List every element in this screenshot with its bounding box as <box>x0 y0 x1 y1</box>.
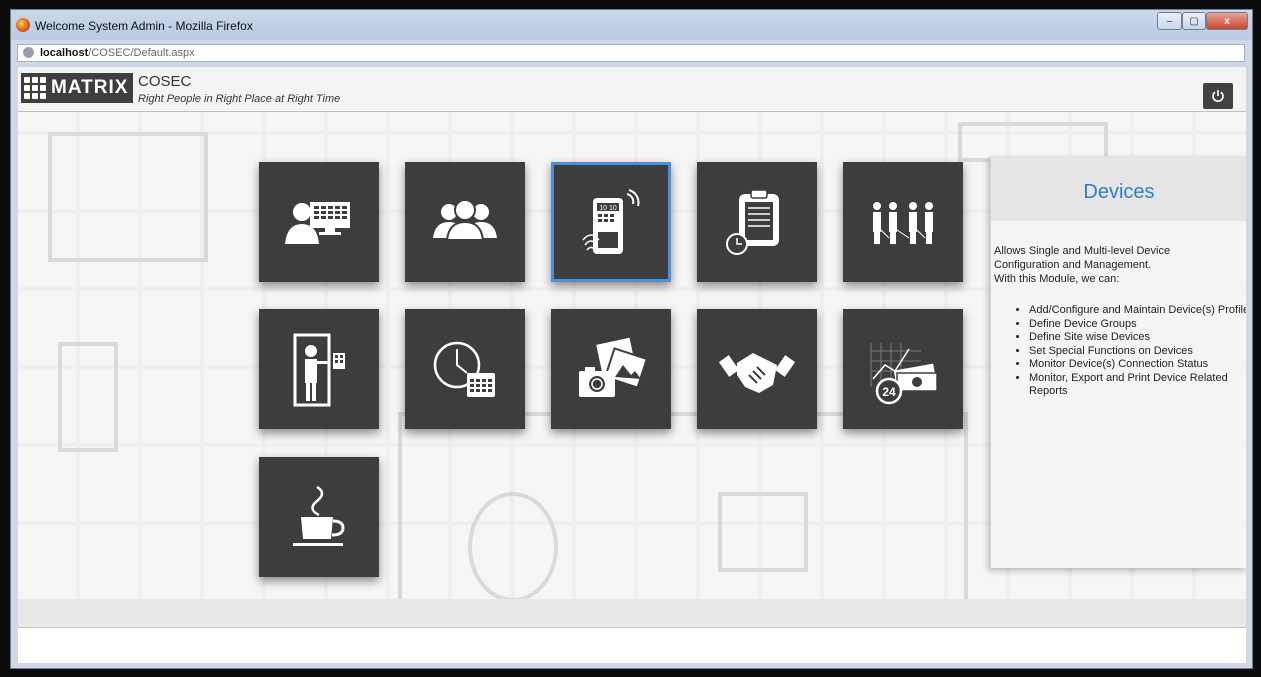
info-feature-item: Define Device Groups <box>1029 318 1246 332</box>
bg-decoration <box>58 342 118 452</box>
url-text[interactable]: localhost/COSEC/Default.aspx <box>40 47 195 59</box>
globe-icon <box>23 47 34 58</box>
handshake-icon <box>718 353 796 393</box>
tagline: Right People in Right Place at Right Tim… <box>138 93 341 105</box>
address-bar[interactable]: localhost/COSEC/Default.aspx <box>17 44 1245 62</box>
module-tile-canteen[interactable] <box>259 457 379 577</box>
info-feature-list: Add/Configure and Maintain Device(s) Pro… <box>1007 304 1246 399</box>
users-group-icon <box>433 199 497 241</box>
background-strip <box>18 599 1246 627</box>
module-tile-users[interactable] <box>405 162 525 282</box>
app-header: MATRIX COSEC Right People in Right Place… <box>18 67 1246 112</box>
money-chart-24-icon: 24 <box>870 343 938 405</box>
close-button[interactable]: x <box>1206 12 1248 30</box>
module-tile-organization[interactable] <box>843 162 963 282</box>
module-tile-time-attendance[interactable] <box>405 309 525 429</box>
url-host: localhost <box>40 47 89 59</box>
page: MATRIX COSEC Right People in Right Place… <box>18 67 1246 663</box>
module-tile-schedule[interactable] <box>697 162 817 282</box>
info-feature-item: Set Special Functions on Devices <box>1029 345 1246 359</box>
maximize-button[interactable]: ▢ <box>1182 12 1206 30</box>
info-description: Allows Single and Multi-level Device Con… <box>994 244 1239 286</box>
bg-decoration <box>48 132 208 262</box>
svg-text:24: 24 <box>882 385 896 399</box>
matrix-logo: MATRIX <box>21 73 133 103</box>
module-tile-devices[interactable]: 10 10 <box>551 162 671 282</box>
info-description-line: Allows Single and Multi-level Device <box>994 245 1171 257</box>
power-icon <box>1212 90 1224 102</box>
info-title: Devices <box>1083 181 1155 203</box>
module-tile-payroll[interactable]: 24 <box>843 309 963 429</box>
title-bar[interactable]: Welcome System Admin - Mozilla Firefox –… <box>11 10 1252 40</box>
camera-photos-icon <box>579 337 649 397</box>
door-access-keypad-icon <box>293 333 345 407</box>
info-description-line: With this Module, we can: <box>994 273 1120 285</box>
window-title: Welcome System Admin - Mozilla Firefox <box>35 19 253 33</box>
module-info-panel: Devices Allows Single and Multi-level De… <box>990 156 1246 568</box>
page-footer <box>18 627 1246 663</box>
minimize-button[interactable]: – <box>1157 12 1182 30</box>
clock-calendar-icon <box>433 341 495 397</box>
module-area: 10 10 24 Devices Allows Single and Multi… <box>18 112 1246 599</box>
module-tile-visitor[interactable] <box>551 309 671 429</box>
svg-text:10 10: 10 10 <box>599 205 617 212</box>
firefox-icon <box>16 18 30 32</box>
browser-window: Welcome System Admin - Mozilla Firefox –… <box>10 9 1253 669</box>
info-feature-item: Monitor, Export and Print Device Related… <box>1029 372 1246 399</box>
logo-grid-icon <box>24 77 46 99</box>
info-description-line: Configuration and Management. <box>994 259 1152 271</box>
logo-text: MATRIX <box>51 77 129 98</box>
module-tile-access[interactable] <box>259 309 379 429</box>
module-tile-admin[interactable] <box>259 162 379 282</box>
clipboard-clock-icon <box>726 189 779 255</box>
info-feature-item: Monitor Device(s) Connection Status <box>1029 358 1246 372</box>
url-path: /COSEC/Default.aspx <box>88 47 195 59</box>
people-organization-icon <box>873 202 933 244</box>
admin-console-icon <box>285 202 350 244</box>
coffee-cup-icon <box>293 485 345 546</box>
product-name: COSEC <box>138 73 192 90</box>
device-fingerprint-icon: 10 10 <box>582 189 640 254</box>
logout-button[interactable] <box>1203 83 1233 109</box>
info-feature-item: Add/Configure and Maintain Device(s) Pro… <box>1029 304 1246 318</box>
info-feature-item: Define Site wise Devices <box>1029 331 1246 345</box>
module-tile-partner[interactable] <box>697 309 817 429</box>
bg-decoration <box>398 412 968 599</box>
